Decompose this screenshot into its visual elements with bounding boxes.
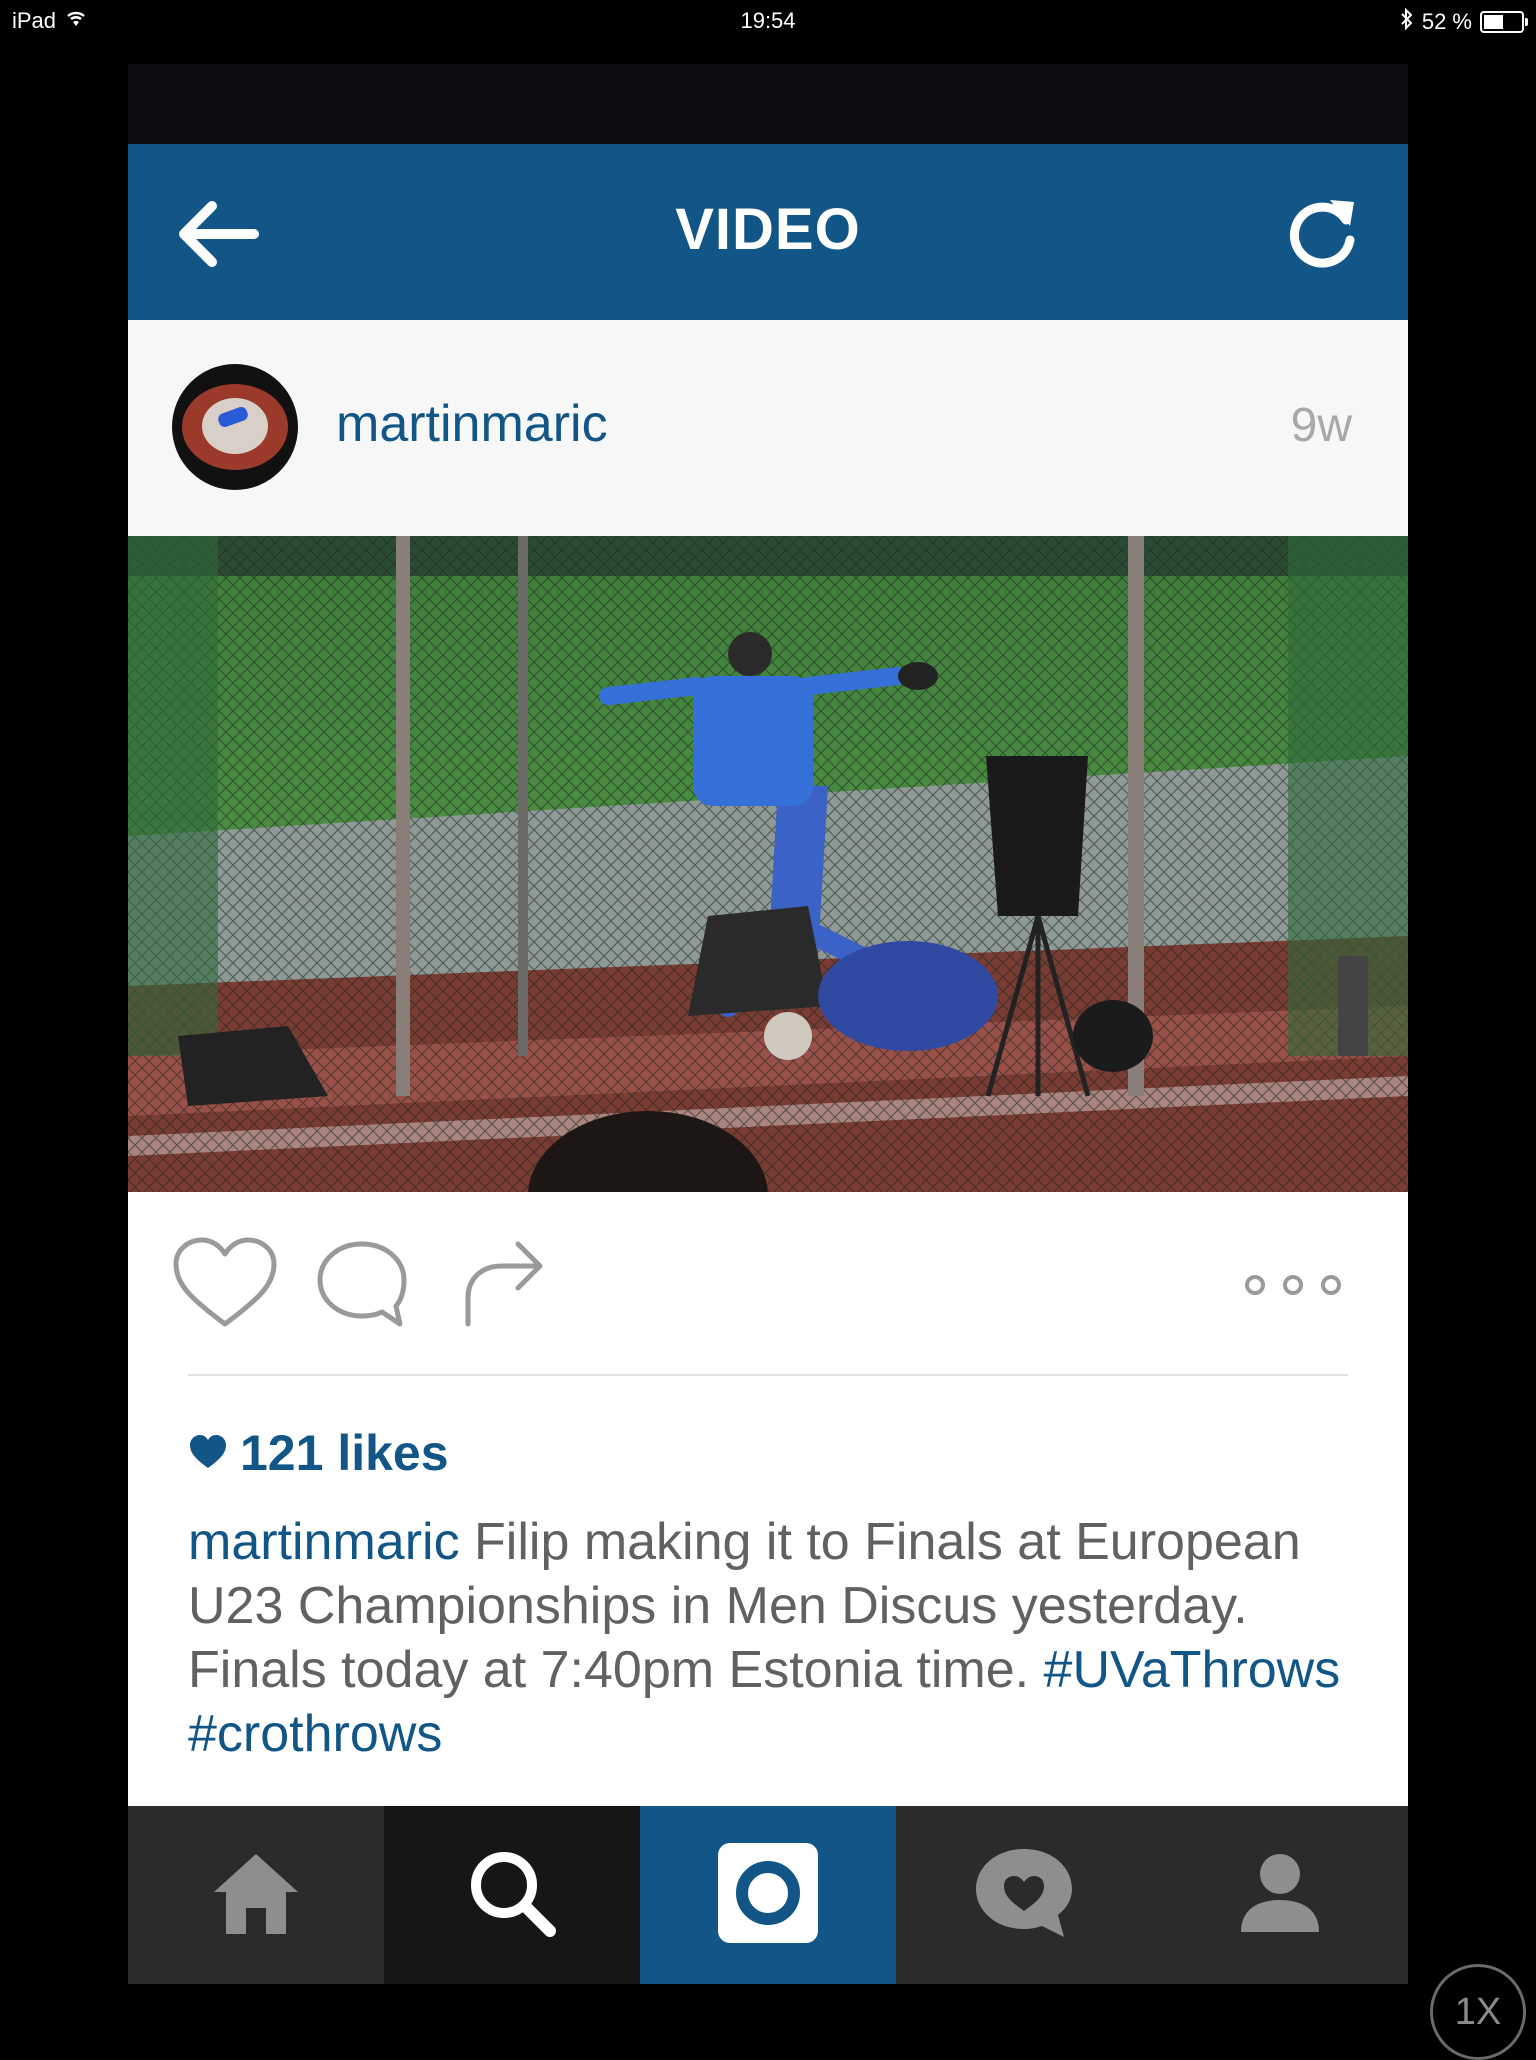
search-icon bbox=[464, 1845, 560, 1946]
status-bar: iPad 19:54 52 % bbox=[0, 0, 1536, 42]
likes-count[interactable]: 121 likes bbox=[188, 1424, 449, 1482]
post-header: martinmaric 9w bbox=[128, 320, 1408, 536]
tab-search[interactable] bbox=[384, 1806, 640, 1984]
tab-home[interactable] bbox=[128, 1806, 384, 1984]
post-actions bbox=[128, 1192, 1408, 1372]
share-icon[interactable] bbox=[458, 1236, 548, 1337]
activity-icon bbox=[972, 1845, 1076, 1946]
post-time: 9w bbox=[1290, 399, 1352, 452]
post-caption: martinmaric Filip making it to Finals at… bbox=[188, 1510, 1368, 1766]
tab-profile[interactable] bbox=[1152, 1806, 1408, 1984]
home-icon bbox=[208, 1848, 304, 1943]
refresh-icon[interactable] bbox=[1280, 190, 1364, 274]
nav-bar: VIDEO bbox=[128, 144, 1408, 320]
zoom-button[interactable]: 1X bbox=[1430, 1964, 1526, 2060]
hashtag-link[interactable]: #UVaThrows bbox=[1044, 1641, 1341, 1699]
avatar[interactable] bbox=[172, 364, 298, 490]
likes-label: 121 likes bbox=[240, 1425, 449, 1481]
hashtag-link[interactable]: #crothrows bbox=[188, 1705, 442, 1763]
app-window: VIDEO martinmaric 9w 121 likes martinmar… bbox=[128, 64, 1408, 1984]
camera-icon bbox=[716, 1841, 820, 1950]
top-strip bbox=[128, 64, 1408, 144]
comment-icon[interactable] bbox=[312, 1238, 412, 1337]
status-time: 19:54 bbox=[740, 8, 796, 33]
tab-bar bbox=[128, 1806, 1408, 1984]
small-heart-icon bbox=[188, 1424, 228, 1482]
video-player[interactable] bbox=[128, 536, 1408, 1192]
tab-camera[interactable] bbox=[640, 1806, 896, 1984]
tab-activity[interactable] bbox=[896, 1806, 1152, 1984]
battery-percent: 52 % bbox=[1421, 9, 1472, 34]
battery-icon bbox=[1480, 11, 1528, 33]
heart-icon[interactable] bbox=[170, 1236, 280, 1337]
bluetooth-icon bbox=[1400, 7, 1414, 36]
divider bbox=[188, 1374, 1348, 1376]
page-title: VIDEO bbox=[675, 197, 861, 262]
caption-username[interactable]: martinmaric bbox=[188, 1513, 460, 1571]
profile-icon bbox=[1235, 1848, 1325, 1943]
more-icon[interactable] bbox=[1243, 1270, 1343, 1305]
post-username[interactable]: martinmaric bbox=[336, 394, 608, 454]
